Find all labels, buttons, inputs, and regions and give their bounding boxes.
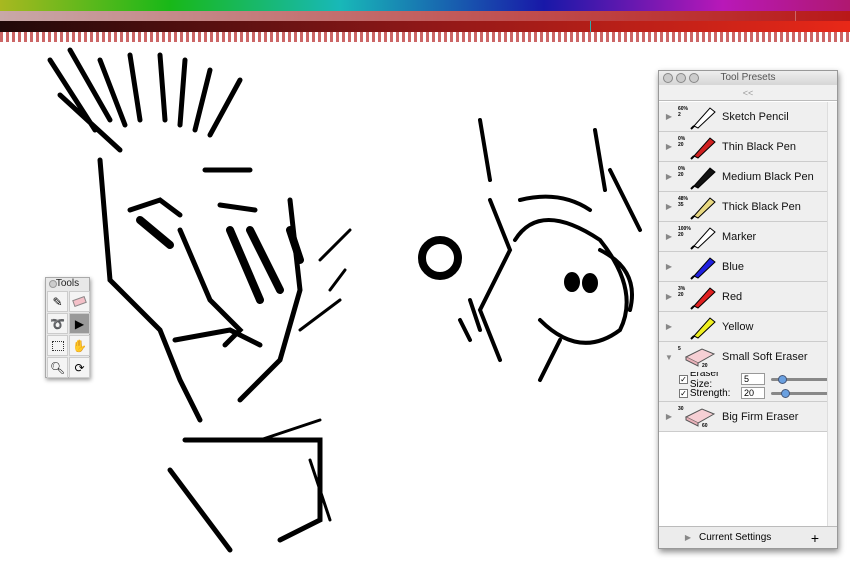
close-button[interactable] xyxy=(663,73,673,83)
strength-label: Strength: xyxy=(689,387,731,399)
preset-label: Small Soft Eraser xyxy=(722,351,808,363)
preset-item[interactable]: ▶ 60% 2 Sketch Pencil xyxy=(659,102,828,132)
preset-item[interactable]: ▶ 48% 35 Thick Black Pen xyxy=(659,192,828,222)
marquee-tool-button[interactable] xyxy=(47,335,68,356)
preset-label: Red xyxy=(722,290,743,303)
preset-item[interactable]: ▶ 3% 20 Red xyxy=(659,282,828,312)
hue-slider[interactable] xyxy=(0,0,850,11)
pencil-icon: ✎ xyxy=(52,294,63,309)
preset-params: 100% 20 xyxy=(678,225,691,238)
preset-params: 60% 2 xyxy=(678,105,689,118)
strength-checkbox[interactable]: ✓ xyxy=(679,388,688,398)
sketch-face-left xyxy=(47,47,352,553)
saturation-marker[interactable] xyxy=(795,11,796,21)
current-settings-row[interactable]: ▶ Current Settings + xyxy=(659,526,837,548)
select-tool-button[interactable]: ▶ xyxy=(69,313,90,334)
pencil-tool-button[interactable]: ✎ xyxy=(47,291,68,312)
rotate-icon: ⟳ xyxy=(74,360,85,375)
saturation-slider[interactable] xyxy=(0,11,850,21)
eraser-size-slider[interactable] xyxy=(770,373,828,385)
expand-triangle-icon[interactable]: ▶ xyxy=(662,202,676,211)
pen-icon xyxy=(690,316,716,340)
close-button[interactable] xyxy=(49,280,57,288)
zoom-button[interactable] xyxy=(689,73,699,83)
preset-params: 48% 35 xyxy=(678,195,689,208)
preset-label: Marker xyxy=(722,230,757,243)
pen-icon xyxy=(690,106,716,130)
preset-item[interactable]: ▶ Yellow xyxy=(659,312,828,342)
expand-triangle-icon[interactable]: ▶ xyxy=(662,292,676,301)
eraser-icon xyxy=(684,407,716,427)
arrow-icon: ▶ xyxy=(74,316,85,331)
preset-list: ▶ 60% 2 Sketch Pencil ▶ 0% 20 Thin Black Pen ▶ 0%… xyxy=(659,102,828,432)
add-preset-button[interactable]: + xyxy=(811,530,819,546)
eraser-icon xyxy=(72,295,87,308)
expand-triangle-icon[interactable]: ▶ xyxy=(662,262,676,271)
expand-triangle-icon[interactable]: ▶ xyxy=(662,142,676,151)
preset-params: 3% 20 xyxy=(678,285,686,298)
scrollbar[interactable] xyxy=(827,102,837,526)
preset-item[interactable]: ▶ 30 60 Big Firm Eraser xyxy=(659,402,828,432)
zoom-tool-button[interactable]: 🔍︎ xyxy=(47,357,68,378)
tools-title: Tools xyxy=(55,278,80,289)
rotate-tool-button[interactable]: ⟳ xyxy=(69,357,90,378)
hand-icon: ✋ xyxy=(72,338,87,353)
current-settings-label: Current Settings xyxy=(699,532,772,543)
strength-input[interactable] xyxy=(740,387,765,399)
eraser-tool-button[interactable] xyxy=(69,291,90,312)
preset-item[interactable]: ▶ 0% 20 Medium Black Pen xyxy=(659,162,828,192)
preset-label: Medium Black Pen xyxy=(722,170,814,183)
preset-item[interactable]: ▶ Blue xyxy=(659,252,828,282)
expand-triangle-icon[interactable]: ▶ xyxy=(662,322,676,331)
lasso-icon: ➰ xyxy=(50,316,65,331)
preset-item[interactable]: ▼ 5 20 Small Soft Eraser xyxy=(659,342,828,372)
value-slider[interactable] xyxy=(0,21,850,32)
preset-item-expanded: ▼520Small Soft Eraser ✓Eraser Size: ✓Str… xyxy=(659,342,828,402)
expand-triangle-icon[interactable]: ▶ xyxy=(662,412,676,421)
hand-tool-button[interactable]: ✋ xyxy=(69,335,90,356)
marquee-icon xyxy=(51,340,64,351)
preset-label: Blue xyxy=(722,260,745,273)
collapse-button[interactable]: << xyxy=(659,85,837,101)
pen-icon xyxy=(690,286,716,310)
expand-triangle-icon[interactable]: ▶ xyxy=(662,232,676,241)
preset-label: Thin Black Pen xyxy=(722,140,796,153)
eraser-size-checkbox[interactable]: ✓ xyxy=(679,374,688,384)
tools-palette: Tools ✎ ➰ ▶ ✋ 🔍︎ ⟳ xyxy=(45,277,90,378)
strength-slider[interactable] xyxy=(770,387,828,399)
tools-titlebar[interactable]: Tools xyxy=(46,278,89,290)
value-marker[interactable] xyxy=(590,21,591,32)
minimize-button[interactable] xyxy=(676,73,686,83)
magnifier-icon: 🔍︎ xyxy=(49,360,66,375)
preset-label: Sketch Pencil xyxy=(722,110,789,123)
pen-icon xyxy=(690,226,716,250)
pen-icon xyxy=(690,196,716,220)
sketch-face-right xyxy=(418,118,642,382)
pen-icon xyxy=(690,166,716,190)
pen-icon xyxy=(690,136,716,160)
preset-label: Big Firm Eraser xyxy=(722,410,799,423)
tool-presets-panel: Tool Presets << ▶ 60% 2 Sketch Pencil ▶ 0% 20 T… xyxy=(658,70,838,549)
preset-params: 0% 20 xyxy=(678,135,686,148)
lasso-tool-button[interactable]: ➰ xyxy=(47,313,68,334)
eraser-icon xyxy=(684,348,716,367)
expand-triangle-icon[interactable]: ▶ xyxy=(681,533,695,542)
eraser-size-input[interactable] xyxy=(740,373,765,385)
preset-item[interactable]: ▶ 0% 20 Thin Black Pen xyxy=(659,132,828,162)
collapse-triangle-icon[interactable]: ▼ xyxy=(662,353,676,362)
preset-label: Thick Black Pen xyxy=(722,200,801,213)
opacity-slider[interactable] xyxy=(0,32,850,42)
panel-titlebar[interactable]: Tool Presets xyxy=(659,71,837,85)
preset-params: 0% 20 xyxy=(678,165,686,178)
expand-triangle-icon[interactable]: ▶ xyxy=(662,112,676,121)
expand-triangle-icon[interactable]: ▶ xyxy=(662,172,676,181)
panel-title: Tool Presets xyxy=(720,72,776,83)
preset-item[interactable]: ▶ 100% 20 Marker xyxy=(659,222,828,252)
preset-label: Yellow xyxy=(722,320,754,333)
pen-icon xyxy=(690,256,716,280)
